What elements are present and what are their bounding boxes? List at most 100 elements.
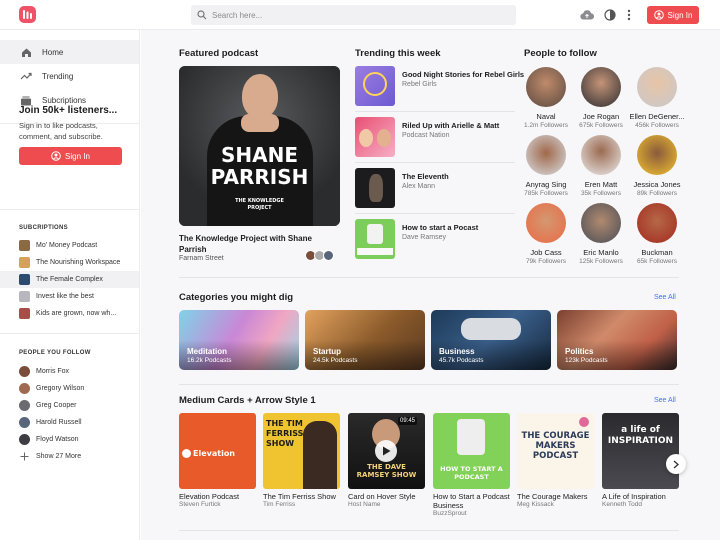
person-card[interactable]: Joe Rogan 675k Followers [571, 67, 631, 129]
featured-podcast-art[interactable]: SHANE PARRISH THE KNOWLEDGE PROJECT [179, 66, 340, 226]
podcast-card[interactable]: THE COURAGE MAKERS PODCAST The Courage M… [517, 413, 594, 509]
nav-home[interactable]: Home [0, 40, 139, 64]
podcast-card[interactable]: THE TIM FERRISS SHOW The Tim Ferriss Sho… [263, 413, 340, 509]
follower-count: 125k Followers [579, 258, 623, 265]
card-title: The Courage Makers [517, 492, 588, 501]
avatar [323, 250, 334, 261]
trending-item[interactable]: Good Night Stories for Rebel Girls Rebel… [355, 66, 524, 106]
card-title: Card on Hover Style [348, 492, 416, 501]
nav-trending-label: Trending [42, 71, 74, 81]
art-circle [363, 72, 387, 96]
category-name: Politics [565, 347, 594, 356]
art-title: THE COURAGE MAKERS PODCAST [521, 431, 590, 461]
subscriptions-heading: SUBCRIPTIONS [19, 225, 68, 231]
play-button[interactable] [375, 440, 397, 462]
nav-trending[interactable]: Trending [0, 64, 139, 88]
more-options-icon[interactable] [622, 8, 636, 22]
subscription-item[interactable]: Invest like the best [0, 288, 139, 305]
podcast-art: Elevation [179, 413, 256, 489]
top-bar: Sign In [0, 0, 720, 30]
category-card-meditation[interactable]: Meditation 16.2k Podcasts [179, 310, 299, 370]
trending-thumbnail [355, 117, 395, 157]
badge-dot [579, 417, 589, 427]
show-more-button[interactable]: Show 27 More [0, 448, 139, 465]
medium-cards-see-all-link[interactable]: See All [654, 397, 676, 404]
person-card[interactable]: Eren Matt 35k Followers [571, 135, 631, 197]
category-card-business[interactable]: Business 45.7k Podcasts [431, 310, 551, 370]
app-logo[interactable] [19, 6, 36, 23]
featured-heading: Featured podcast [179, 48, 259, 59]
person-card[interactable]: Job Cass 79k Followers [516, 203, 576, 265]
search-bar[interactable] [191, 5, 516, 25]
person-card[interactable]: Ellen DeGener... 456k Followers [627, 67, 687, 129]
avatar [19, 366, 30, 377]
category-card-startup[interactable]: Startup 24.5k Podcasts [305, 310, 425, 370]
art-face [377, 129, 391, 147]
person-card[interactable]: Buckman 65k Followers [627, 203, 687, 265]
subscription-label: Kids are grown, now wh... [36, 310, 117, 317]
trending-item[interactable]: Riled Up with Arielle & Matt Podcast Nat… [355, 117, 515, 157]
subscription-item[interactable]: The Female Complex [0, 271, 139, 288]
follower-count: 89k Followers [636, 190, 678, 197]
categories-see-all-link[interactable]: See All [654, 294, 676, 301]
theme-toggle-icon[interactable] [603, 8, 617, 22]
podcast-card[interactable]: THE DAVE RAMSEY SHOW 09:45 Card on Hover… [348, 413, 425, 509]
person-card[interactable]: Eric Manlo 125k Followers [571, 203, 631, 265]
carousel-next-button[interactable] [666, 454, 686, 474]
trending-item[interactable]: The Eleventh Alex Mann [355, 168, 515, 208]
trending-title: Good Night Stories for Rebel Girls [402, 70, 525, 79]
podcast-art: HOW TO START A PODCAST [433, 413, 510, 489]
person-card[interactable]: Anyrag Sing 785k Followers [516, 135, 576, 197]
upload-cloud-icon[interactable] [580, 8, 594, 22]
category-count: 123k Podcasts [565, 357, 608, 364]
subscription-item[interactable]: Kids are grown, now wh... [0, 305, 139, 322]
followed-person[interactable]: Morris Fox [0, 363, 139, 380]
avatar [19, 434, 30, 445]
followed-person[interactable]: Harold Russell [0, 414, 139, 431]
person-card[interactable]: Jessica Jones 89k Followers [627, 135, 687, 197]
trending-item[interactable]: How to start a Pocast Dave Ramsey [355, 219, 515, 259]
podcast-art: THE DAVE RAMSEY SHOW 09:45 [348, 413, 425, 489]
person-card[interactable]: Naval 1.2m Followers [516, 67, 576, 129]
search-input[interactable] [212, 10, 492, 20]
avatar [581, 67, 621, 107]
subscription-label: The Female Complex [36, 276, 103, 283]
subscription-label: Mo' Money Podcast [36, 242, 98, 249]
podcast-card[interactable]: HOW TO START A PODCAST How to Start a Po… [433, 413, 510, 518]
person-name: Eric Manlo [583, 248, 619, 257]
sidebar-signin-label: Sign In [65, 151, 90, 161]
person-name: Anyrag Sing [525, 180, 567, 189]
followed-person-name: Morris Fox [36, 368, 70, 375]
avatar [19, 400, 30, 411]
subscription-item[interactable]: Mo' Money Podcast [0, 237, 139, 254]
join-description: Sign in to like podcasts, comment, and s… [19, 121, 103, 141]
podcast-art: THE TIM FERRISS SHOW [263, 413, 340, 489]
trending-icon [20, 70, 32, 82]
followed-person[interactable]: Gregory Wilson [0, 380, 139, 397]
sidebar-signin-button[interactable]: Sign In [19, 147, 122, 165]
person-name: Buckman [641, 248, 673, 257]
sidebar: Home Trending Subcriptions Join 50k+ lis… [0, 30, 140, 540]
podcast-card[interactable]: Elevation Elevation Podcast Steven Furti… [179, 413, 256, 509]
trending-subtitle: Dave Ramsey [402, 234, 446, 241]
listener-avatars [305, 250, 334, 261]
subscription-label: Invest like the best [36, 293, 94, 300]
subscription-item[interactable]: The Nourishing Workspace [0, 254, 139, 271]
section-divider [179, 277, 679, 278]
nav-home-label: Home [42, 47, 64, 57]
art-face [359, 129, 373, 147]
followed-person[interactable]: Floyd Watson [0, 431, 139, 448]
follower-count: 456k Followers [635, 122, 679, 129]
trending-subtitle: Rebel Girls [402, 81, 437, 88]
show-more-label: Show 27 More [36, 453, 82, 460]
followed-person[interactable]: Greg Cooper [0, 397, 139, 414]
header-signin-button[interactable]: Sign In [647, 6, 699, 24]
sidebar-divider [0, 209, 139, 210]
avatar [637, 203, 677, 243]
avatar [637, 67, 677, 107]
followed-person-name: Greg Cooper [36, 402, 77, 409]
person-name: Joe Rogan [582, 112, 620, 121]
podcast-thumbnail [19, 257, 30, 268]
art-title: THE TIM FERRISS SHOW [266, 419, 304, 448]
category-card-politics[interactable]: Politics 123k Podcasts [557, 310, 677, 370]
